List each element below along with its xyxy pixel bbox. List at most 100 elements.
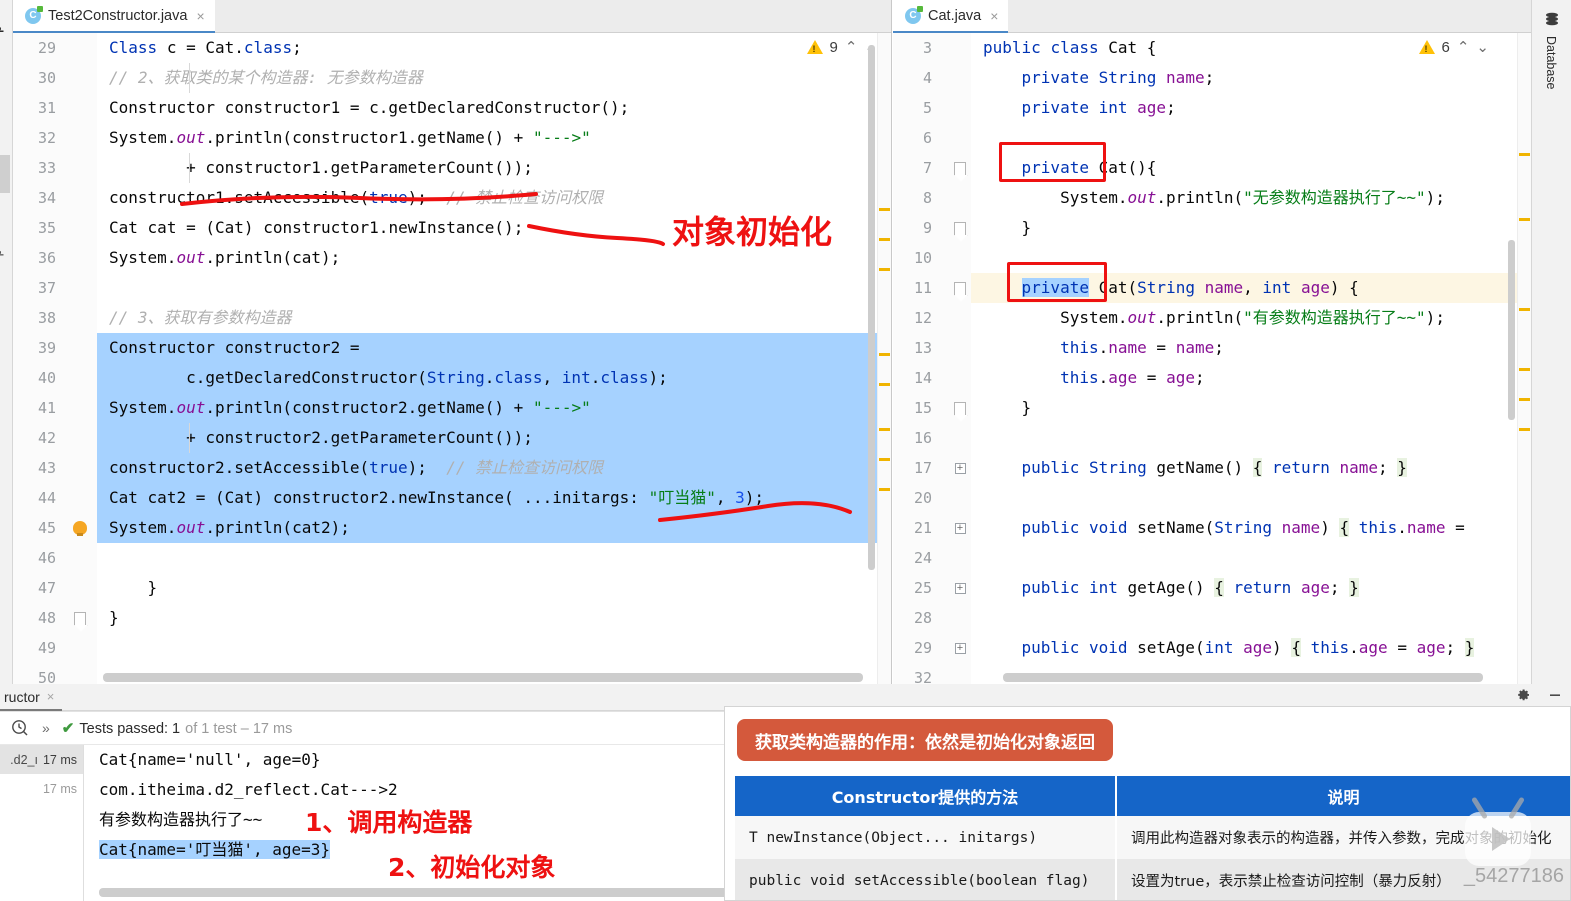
gutter-left[interactable]: 29 30 31 32 33 34 35 36 37 38 39 40 41 42 43 44 45 46 47 48… [13,33,97,687]
code-line[interactable]: Cat cat = (Cat) constructor1.newInstance… [97,213,891,243]
tab-test2constructor[interactable]: C Test2Constructor.java × [13,0,215,33]
console-horizontal-scrollbar[interactable] [99,888,739,897]
line-number: 25 [913,579,932,597]
test-duration: 17 ms [42,752,77,767]
line-numbers-right: 3 4 5 6 7 8 9 10 11 12 13 14 15 16 17 20 21 24 25 28 29 32 [893,33,939,693]
left-strip-label-structure[interactable]: p [0,250,4,256]
code-line[interactable]: Cat cat2 = (Cat) constructor2.newInstanc… [97,483,891,513]
code-line[interactable] [971,483,1531,513]
test-tree[interactable]: .d2_ı 17 ms 17 ms [0,745,84,901]
code-line[interactable] [971,243,1531,273]
code-line[interactable]: } [97,573,891,603]
code-line[interactable]: // 2、获取类的某个构造器: 无参数构造器 [97,63,891,93]
run-tab-constructor[interactable]: ructor × [0,684,63,711]
test-tree-row[interactable]: 17 ms [0,774,83,803]
code-line[interactable]: System.out.println("有参数构造器执行了~~"); [971,303,1531,333]
code-line[interactable]: private int age; [971,93,1531,123]
right-strip-label-database[interactable]: Database [1544,36,1558,90]
close-icon[interactable]: × [47,689,55,704]
left-toolwindow-strip[interactable]: p p [0,0,13,684]
horizontal-scrollbar-right[interactable] [1003,673,1483,682]
run-history-icon[interactable] [10,718,30,738]
line-number: 40 [37,369,56,387]
warning-count: 6 [1441,38,1450,56]
code-line[interactable]: Constructor constructor1 = c.getDeclared… [97,93,891,123]
test-tree-row[interactable]: .d2_ı 17 ms [0,745,83,774]
fold-arrow-icon[interactable] [65,603,95,633]
code-line[interactable] [971,543,1531,573]
vertical-scrollbar-right[interactable] [1508,240,1515,420]
editor-tabbar-right: C Cat.java × [893,0,1531,33]
code-line[interactable] [97,273,891,303]
gutter-right[interactable]: 3 4 5 6 7 8 9 10 11 12 13 14 15 16 17 20 21 24 25 28 29 32 + … [893,33,971,687]
code-line[interactable]: System.out.println("无参数构造器执行了~~"); [971,183,1531,213]
inspection-widget-right[interactable]: 6 ⌃ ⌄ [1418,38,1489,56]
fold-column-left[interactable] [65,33,95,633]
code-line[interactable]: public int getAge() { return age; } [971,573,1531,603]
left-strip-label-project[interactable]: p [0,26,4,33]
panel-actions [1515,687,1563,703]
line-number: 45 [37,519,56,537]
code-line[interactable] [971,423,1531,453]
chevron-up-icon[interactable]: ⌃ [1457,38,1470,56]
line-number: 12 [913,309,932,327]
expand-toolbar-icon[interactable]: » [42,720,50,736]
gear-icon[interactable] [1515,687,1531,703]
code-line[interactable]: System.out.println(constructor2.getName(… [97,393,891,423]
code-line[interactable]: public String getName() { return name; } [971,453,1531,483]
code-line[interactable]: private Cat(String name, int age) { [971,273,1531,303]
code-right[interactable]: public class Cat { private String name; … [971,33,1531,684]
code-line[interactable]: this.name = name; [971,333,1531,363]
code-line[interactable]: } [971,213,1531,243]
table-header-cell: 说明 [1327,788,1360,807]
code-line[interactable]: + constructor1.getParameterCount()); [97,153,891,183]
code-line[interactable]: Constructor constructor2 = [97,333,891,363]
table-header-row: Constructor提供的方法 说明 [735,776,1570,816]
close-icon[interactable]: × [196,8,204,24]
inspection-widget-left[interactable]: 9 ⌃ ⌄ [806,38,877,56]
tab-cat-java[interactable]: C Cat.java × [893,0,1009,33]
vertical-scrollbar-left[interactable] [868,45,875,570]
java-class-icon: C [25,5,43,24]
line-number: 21 [913,519,932,537]
lightbulb-icon[interactable] [65,513,95,543]
code-line[interactable] [971,123,1531,153]
left-strip-handle[interactable] [0,155,10,193]
right-toolwindow-strip[interactable]: Database [1531,0,1571,684]
code-line[interactable]: private String name; [971,63,1531,93]
code-line[interactable]: Class c = Cat.class; [97,33,891,63]
line-number: 5 [922,99,932,117]
error-stripe-right[interactable] [1517,33,1531,684]
line-number: 6 [922,129,932,147]
code-line[interactable]: private Cat(){ [971,153,1531,183]
code-line[interactable]: this.age = age; [971,363,1531,393]
editor-tabbar-left: C Test2Constructor.java × [13,0,891,33]
code-line[interactable] [971,603,1531,633]
code-line[interactable]: System.out.println(constructor1.getName(… [97,123,891,153]
code-line[interactable]: constructor1.setAccessible(true); // 禁止检… [97,183,891,213]
minimize-icon[interactable] [1547,687,1563,703]
line-number: 37 [37,279,56,297]
code-line[interactable]: public void setName(String name) { this.… [971,513,1531,543]
code-line[interactable]: System.out.println(cat); [97,243,891,273]
test-duration: 17 ms [42,781,77,796]
code-line[interactable] [97,543,891,573]
code-line[interactable]: // 3、获取有参数构造器 [97,303,891,333]
code-line[interactable]: public void setAge(int age) { this.age =… [971,633,1531,663]
test-name: .d2_ı [10,752,38,767]
code-line[interactable]: } [97,603,891,633]
code-line[interactable]: System.out.println(cat2); [97,513,891,543]
code-left[interactable]: Class c = Cat.class;// 2、获取类的某个构造器: 无参数构… [97,33,891,684]
error-stripe-left[interactable] [877,33,891,684]
slide-title-badge: 获取类构造器的作用：依然是初始化对象返回 [737,719,1113,761]
code-line[interactable]: + constructor2.getParameterCount()); [97,423,891,453]
line-number: 4 [922,69,932,87]
chevron-down-icon[interactable]: ⌄ [1476,38,1489,56]
code-line[interactable] [97,633,891,663]
close-icon[interactable]: × [990,8,998,24]
code-line[interactable]: c.getDeclaredConstructor(String.class, i… [97,363,891,393]
code-line[interactable]: constructor2.setAccessible(true); // 禁止检… [97,453,891,483]
chevron-up-icon[interactable]: ⌃ [845,38,858,56]
code-line[interactable]: } [971,393,1531,423]
horizontal-scrollbar-left[interactable] [103,673,863,682]
